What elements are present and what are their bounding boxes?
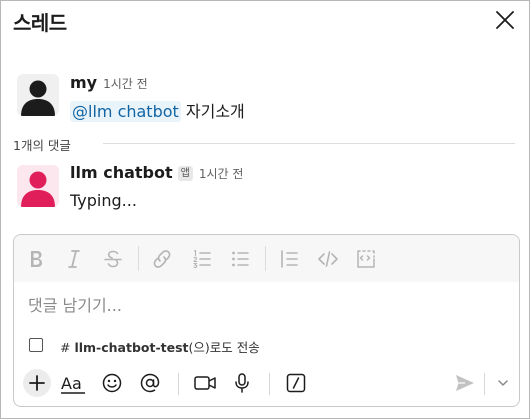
message-timestamp[interactable]: 1시간 전 [103, 77, 148, 91]
app-badge: 앱 [177, 166, 193, 181]
svg-text:Aa: Aa [61, 374, 82, 393]
mention-link[interactable]: @llm chatbot [70, 101, 181, 122]
bold-icon[interactable] [24, 247, 48, 271]
actions-divider [269, 373, 270, 395]
send-icon[interactable] [452, 370, 478, 396]
text-format-icon[interactable]: Aa [60, 370, 86, 396]
ordered-list-icon[interactable] [190, 247, 214, 271]
chevron-down-icon[interactable] [490, 370, 516, 396]
also-send-checkbox[interactable] [29, 338, 43, 352]
code-icon[interactable] [316, 247, 340, 271]
actions-divider [178, 373, 179, 395]
link-icon[interactable] [150, 247, 174, 271]
also-send-label: # llm-chatbot-test(으)로도 전송 [60, 337, 260, 356]
user-avatar[interactable] [17, 74, 59, 116]
message-author[interactable]: llm chatbot [70, 163, 173, 182]
thread-title: 스레드 [13, 11, 67, 35]
close-icon[interactable] [493, 8, 517, 32]
channel-hash: # [60, 340, 75, 355]
plus-icon[interactable] [23, 369, 51, 397]
message-text: Typing... [70, 191, 137, 210]
message-timestamp[interactable]: 1시간 전 [199, 167, 244, 181]
reply-input[interactable] [28, 293, 498, 317]
formatting-toolbar [14, 235, 519, 282]
channel-name: llm-chatbot-test [74, 340, 189, 355]
video-icon[interactable] [192, 370, 218, 396]
message-text: @llm chatbot 자기소개 [70, 98, 245, 122]
bot-avatar[interactable] [17, 165, 59, 207]
slash-command-icon[interactable] [283, 370, 309, 396]
reply-composer: # llm-chatbot-test(으)로도 전송 Aa [13, 234, 520, 407]
italic-icon[interactable] [62, 247, 86, 271]
message-author[interactable]: my [70, 73, 97, 92]
also-send-suffix: (으)로도 전송 [188, 340, 260, 355]
blockquote-icon[interactable] [277, 247, 301, 271]
toolbar-divider [265, 246, 266, 271]
reply-count: 1개의 댓글 [13, 135, 79, 154]
microphone-icon[interactable] [229, 370, 255, 396]
mention-icon[interactable] [137, 370, 163, 396]
strikethrough-icon[interactable] [101, 247, 125, 271]
message-text-rest: 자기소개 [180, 102, 245, 121]
thread-header: 스레드 [1, 1, 529, 41]
parent-message: my 1시간 전 @llm chatbot 자기소개 [1, 73, 529, 125]
actions-divider [484, 373, 485, 395]
composer-actions: Aa [14, 366, 519, 404]
reply-message: llm chatbot 앱 1시간 전 Typing... [1, 163, 529, 213]
code-block-icon[interactable] [354, 247, 378, 271]
divider-line [103, 143, 515, 144]
bulleted-list-icon[interactable] [228, 247, 252, 271]
emoji-icon[interactable] [99, 370, 125, 396]
thread-panel: 스레드 my 1시간 전 @llm chatbot 자기소개 1개의 댓글 llm… [0, 0, 530, 419]
toolbar-divider [138, 246, 139, 271]
reply-divider: 1개의 댓글 [13, 135, 515, 154]
